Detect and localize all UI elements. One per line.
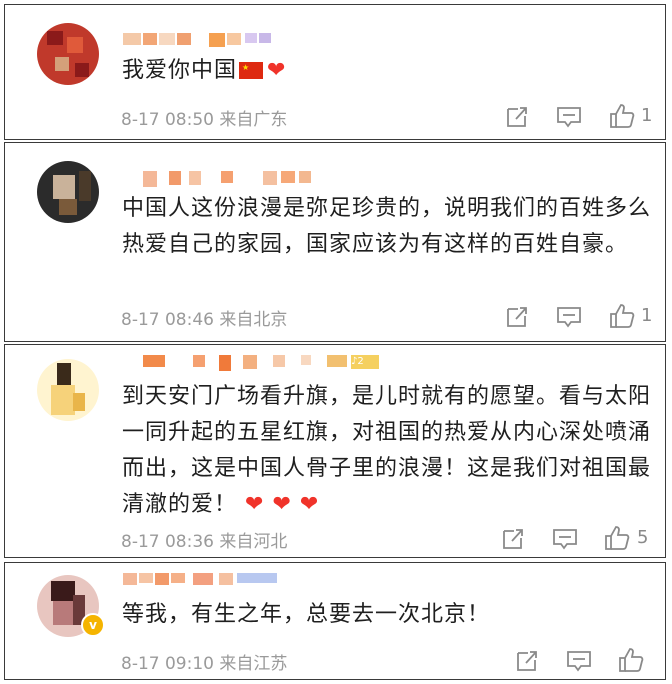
username-mosaic[interactable]: ♪2 bbox=[123, 355, 385, 373]
timestamp: 8-17 09:10 bbox=[121, 654, 214, 674]
share-icon[interactable] bbox=[499, 525, 527, 553]
share-icon[interactable] bbox=[513, 647, 541, 675]
comment-meta: 8-17 08:50 来自广东 bbox=[121, 105, 287, 130]
comment-meta: 8-17 08:46 来自北京 bbox=[121, 305, 287, 330]
like-icon[interactable] bbox=[617, 646, 645, 674]
like-count: 1 bbox=[641, 105, 653, 126]
username-mosaic[interactable] bbox=[123, 573, 283, 591]
avatar[interactable] bbox=[37, 161, 99, 223]
share-icon[interactable] bbox=[503, 103, 531, 131]
avatar[interactable] bbox=[37, 23, 99, 85]
comment-icon[interactable] bbox=[565, 647, 593, 675]
timestamp: 8-17 08:46 bbox=[121, 310, 214, 330]
location: 来自北京 bbox=[219, 310, 288, 330]
china-flag-icon: ★ bbox=[239, 62, 264, 79]
location: 来自河北 bbox=[219, 532, 288, 552]
username-mosaic[interactable] bbox=[123, 33, 273, 51]
avatar[interactable] bbox=[37, 359, 99, 421]
verified-badge-icon: v bbox=[81, 613, 105, 637]
comment-icon[interactable] bbox=[555, 103, 583, 131]
comment-text: 到天安门广场看升旗，是儿时就有的愿望。看与太阳一同升起的五星红旗，对祖国的热爱从… bbox=[122, 379, 652, 523]
comment-card-3: ♪2 到天安门广场看升旗，是儿时就有的愿望。看与太阳一同升起的五星红旗，对祖国的… bbox=[4, 344, 666, 558]
timestamp: 8-17 08:36 bbox=[121, 532, 214, 552]
like-count: 5 bbox=[637, 527, 649, 548]
like-icon[interactable] bbox=[608, 102, 636, 130]
heart-icon: ❤ ❤ ❤ bbox=[245, 492, 320, 517]
comment-body: 到天安门广场看升旗，是儿时就有的愿望。看与太阳一同升起的五星红旗，对祖国的热爱从… bbox=[122, 384, 652, 517]
heart-icon: ❤ bbox=[267, 58, 287, 83]
location: 来自广东 bbox=[219, 110, 288, 130]
comment-card-4: v 等我，有生之年，总要去一次北京！ 8-17 09:10 来自江苏 bbox=[4, 562, 666, 680]
comment-body: 我爱你中国 bbox=[122, 58, 238, 83]
username-mosaic[interactable] bbox=[123, 171, 313, 189]
comment-card-1: 我爱你中国 ★ ❤ 8-17 08:50 来自广东 1 bbox=[4, 4, 666, 140]
like-icon[interactable] bbox=[608, 302, 636, 330]
location: 来自江苏 bbox=[219, 654, 288, 674]
comment-text: 等我，有生之年，总要去一次北京！ bbox=[122, 602, 491, 627]
comment-text: 中国人这份浪漫是弥足珍贵的，说明我们的百姓多么热爱自己的家园，国家应该为有这样的… bbox=[122, 196, 652, 257]
share-icon[interactable] bbox=[503, 303, 531, 331]
comment-icon[interactable] bbox=[551, 525, 579, 553]
like-count: 1 bbox=[641, 305, 653, 326]
timestamp: 8-17 08:50 bbox=[121, 110, 214, 130]
like-icon[interactable] bbox=[603, 524, 631, 552]
comment-icon[interactable] bbox=[555, 303, 583, 331]
comment-meta: 8-17 08:36 来自河北 bbox=[121, 527, 287, 552]
comment-card-2: 中国人这份浪漫是弥足珍贵的，说明我们的百姓多么热爱自己的家园，国家应该为有这样的… bbox=[4, 142, 666, 342]
comment-meta: 8-17 09:10 来自江苏 bbox=[121, 649, 287, 674]
comment-text: 我爱你中国 ★ ❤ bbox=[122, 53, 652, 89]
